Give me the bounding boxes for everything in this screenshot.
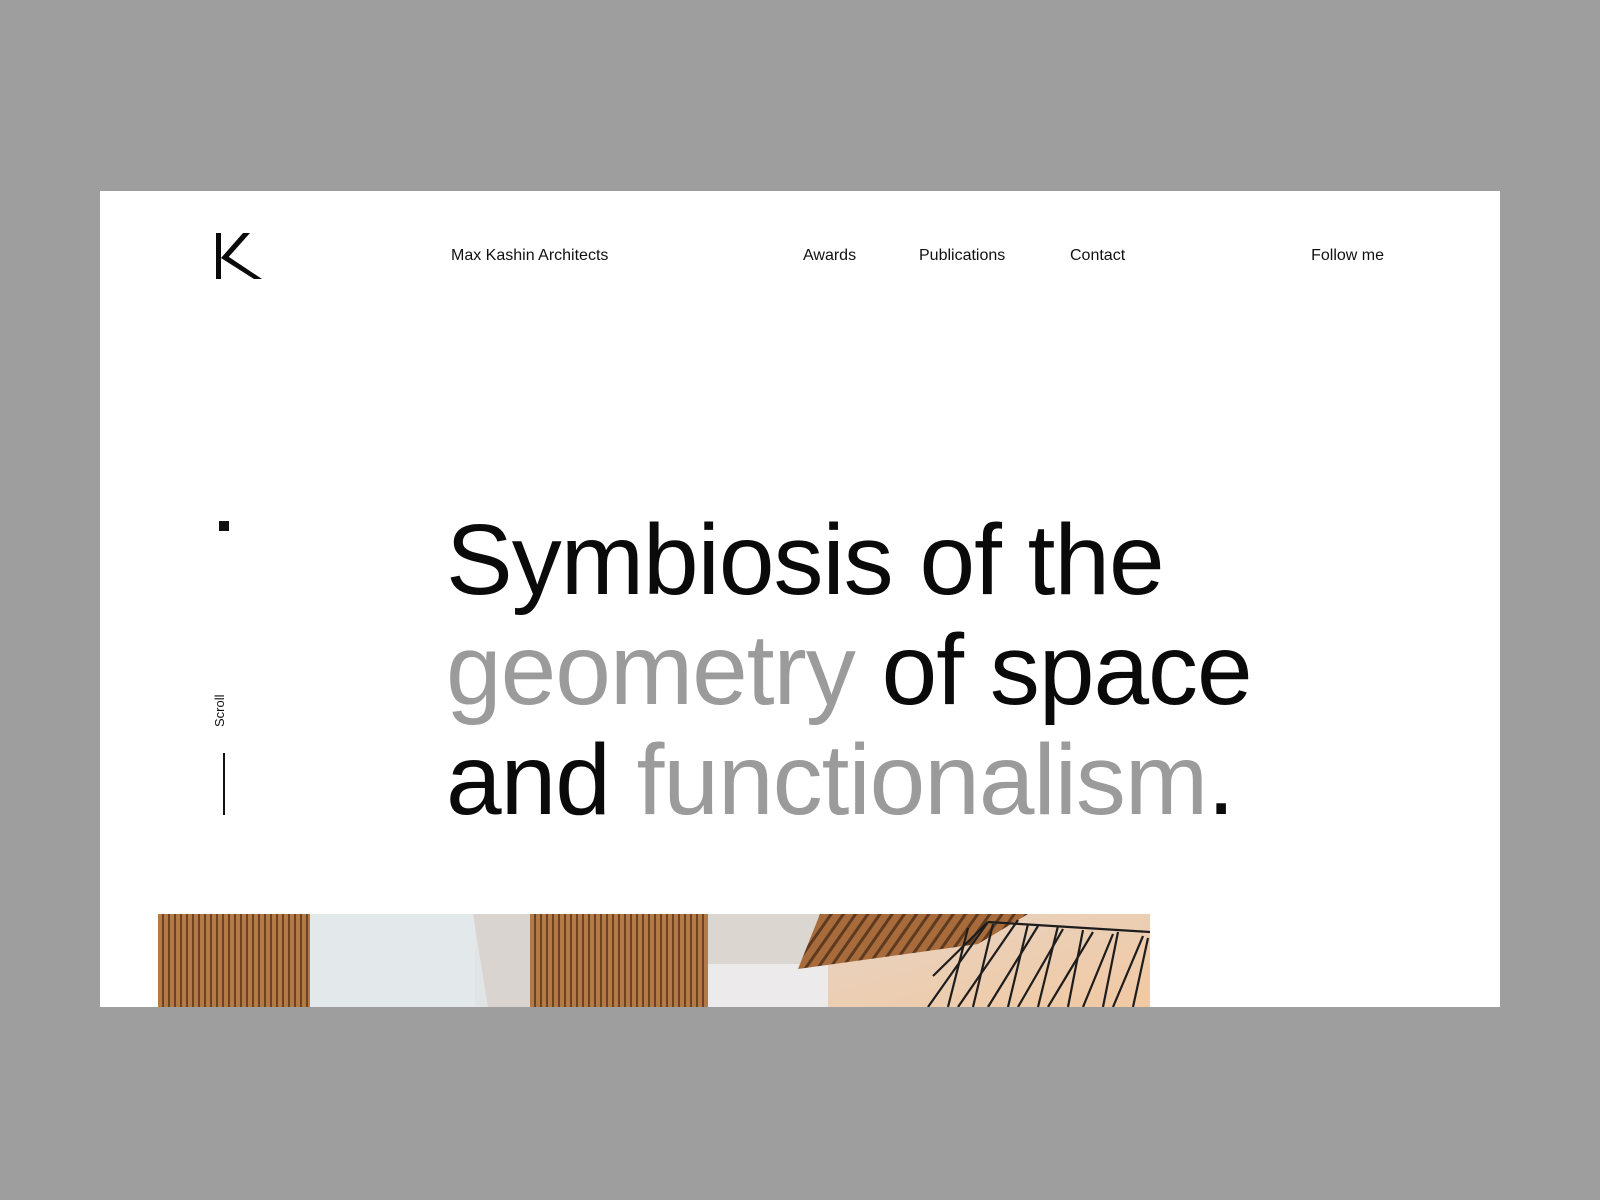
slide-indicator-dot xyxy=(219,521,229,531)
follow-me-link[interactable]: Follow me xyxy=(1311,246,1384,266)
headline-geometry: geometry xyxy=(446,614,856,726)
logo-k[interactable] xyxy=(216,233,262,279)
brand-link[interactable]: Max Kashin Architects xyxy=(451,246,608,266)
hero-photo xyxy=(158,914,1150,1007)
headline-line-1: Symbiosis of the xyxy=(446,504,1165,616)
nav-awards[interactable]: Awards xyxy=(803,246,856,266)
interior-photo xyxy=(158,914,1150,1007)
nav-publications[interactable]: Publications xyxy=(919,246,1005,266)
headline-of-space: of space xyxy=(854,614,1253,726)
logo-k-icon xyxy=(216,233,262,279)
nav-contact[interactable]: Contact xyxy=(1070,246,1125,266)
scroll-line xyxy=(223,753,225,815)
headline-period: . xyxy=(1207,724,1235,836)
scroll-label[interactable]: Scroll xyxy=(212,691,236,727)
page-canvas: Max Kashin Architects Awards Publication… xyxy=(100,191,1500,1007)
hero-headline: Symbiosis of the geometry of space and f… xyxy=(446,505,1426,835)
headline-functionalism: functionalism xyxy=(636,724,1209,836)
headline-and: and xyxy=(446,724,637,836)
